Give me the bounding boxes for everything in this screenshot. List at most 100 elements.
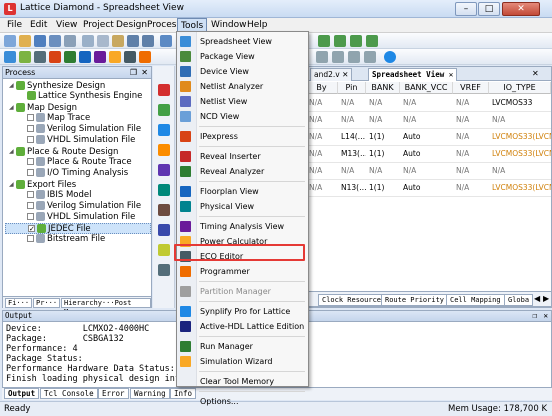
tab-hierarchy[interactable]: Hierarchy···Post M··· [61, 298, 151, 316]
open-icon[interactable] [19, 35, 31, 47]
table-cell[interactable]: N/A [453, 180, 489, 196]
table-cell[interactable]: N/A [306, 146, 338, 162]
tree-item-lattice-synthesis-engine[interactable]: Lattice Synthesis Engine [5, 91, 151, 102]
scroll-left-icon[interactable]: ◀ [534, 294, 540, 303]
menu-project[interactable]: Project [80, 18, 117, 33]
column-header-io-type[interactable]: IO_TYPE [489, 82, 551, 94]
menu-item-active-hdl-lattice-edition[interactable]: Active-HDL Lattice Edition [179, 319, 307, 334]
spreadsheet-icon[interactable] [4, 51, 16, 63]
undo-icon[interactable] [127, 35, 139, 47]
table-cell[interactable]: Auto [400, 129, 453, 145]
save-all-icon[interactable] [49, 35, 61, 47]
checkbox[interactable] [27, 202, 34, 209]
table-cell[interactable]: N/A [453, 129, 489, 145]
tree-item-ibis-model[interactable]: IBIS Model [5, 190, 151, 201]
menu-item-ipexpress[interactable]: IPexpress [179, 129, 307, 144]
panel-close-icon[interactable]: ✕ [141, 67, 148, 78]
tab-clock-resource[interactable]: Clock Resource [318, 294, 386, 306]
tab-process[interactable]: Pr··· [33, 298, 61, 308]
tab-route-priority[interactable]: Route Priority [381, 294, 449, 306]
tab-error[interactable]: Error [98, 388, 129, 399]
side-icon-9[interactable] [158, 244, 170, 256]
table-cell[interactable]: 1(1) [366, 180, 400, 196]
table-cell[interactable]: Auto [400, 146, 453, 162]
new-icon[interactable] [4, 35, 16, 47]
table-cell[interactable]: N/A [453, 112, 489, 128]
tree-item-place-route-design[interactable]: ◢ Place & Route Design [5, 146, 151, 157]
expand-icon[interactable]: ◢ [9, 179, 16, 190]
grid-icon[interactable] [316, 51, 328, 63]
pin-icon[interactable]: ❐ [130, 67, 137, 78]
minimize-button[interactable]: – [455, 2, 477, 16]
table-cell[interactable]: N/A [338, 95, 366, 111]
table-icon[interactable] [332, 51, 344, 63]
expand-icon[interactable]: ◢ [9, 146, 16, 157]
tab-global[interactable]: Globa [504, 294, 534, 306]
table-cell[interactable]: N/A [453, 95, 489, 111]
table-cell[interactable]: N/A [489, 112, 551, 128]
tree-item-export-files[interactable]: ◢ Export Files [5, 179, 151, 190]
tree-item-jedec-file[interactable]: ✓ JEDEC File [5, 223, 151, 234]
table-cell[interactable]: N/A [400, 95, 453, 111]
table-cell[interactable]: N/A [306, 95, 338, 111]
checkbox[interactable] [27, 213, 34, 220]
tree-item-place-route-trace[interactable]: Place & Route Trace [5, 157, 151, 168]
close-button[interactable]: ✕ [502, 2, 540, 16]
column-header-bank-vcc[interactable]: BANK_VCC [400, 82, 453, 94]
side-icon-5[interactable] [158, 164, 170, 176]
eco-icon[interactable] [124, 51, 136, 63]
menu-item-ncd-view[interactable]: NCD View [179, 109, 307, 124]
menu-item-package-view[interactable]: Package View [179, 49, 307, 64]
paste-icon[interactable] [112, 35, 124, 47]
column-header-pin[interactable]: Pin [338, 82, 366, 94]
side-icon-4[interactable] [158, 144, 170, 156]
checkbox[interactable] [27, 158, 34, 165]
table-cell[interactable]: LVCMOS33 [489, 95, 551, 111]
copy-icon[interactable] [97, 35, 109, 47]
menu-item-simulation-wizard[interactable]: Simulation Wizard [179, 354, 307, 369]
step-icon[interactable] [334, 35, 346, 47]
table-cell[interactable]: LVCMOS33(LVCM [489, 180, 551, 196]
menu-item-run-manager[interactable]: Run Manager [179, 339, 307, 354]
column-header-vref[interactable]: VREF [453, 82, 489, 94]
tab-files[interactable]: Fi··· [5, 298, 33, 308]
tree-item-verilog-simulation-file[interactable]: Verilog Simulation File [5, 201, 151, 212]
table-cell[interactable]: N/A [453, 146, 489, 162]
side-icon-8[interactable] [158, 224, 170, 236]
power-icon[interactable] [109, 51, 121, 63]
menu-item-synplify-pro-for-lattice[interactable]: Synplify Pro for Lattice [179, 304, 307, 319]
device-icon[interactable] [34, 51, 46, 63]
rerun-icon[interactable] [366, 35, 378, 47]
tree-item-bitstream-file[interactable]: Bitstream File [5, 234, 151, 245]
rows-icon[interactable] [364, 51, 376, 63]
table-cell[interactable]: N/A [306, 112, 338, 128]
menu-edit[interactable]: Edit [27, 18, 50, 33]
menu-item-reveal-analyzer[interactable]: Reveal Analyzer [179, 164, 307, 179]
menu-item-netlist-view[interactable]: Netlist View [179, 94, 307, 109]
menu-item-reveal-inserter[interactable]: Reveal Inserter [179, 149, 307, 164]
run-icon[interactable] [318, 35, 330, 47]
checkbox[interactable] [27, 136, 34, 143]
programmer-toolbar-icon[interactable] [139, 51, 151, 63]
expand-icon[interactable]: ◢ [9, 80, 16, 91]
menu-item-device-view[interactable]: Device View [179, 64, 307, 79]
table-cell[interactable]: N/A [366, 163, 400, 179]
output-pin-icon[interactable]: ❐ [532, 311, 537, 321]
tree-item-synthesize-design[interactable]: ◢ Synthesize Design [5, 80, 151, 91]
tab-tcl-console[interactable]: Tcl Console [40, 388, 98, 399]
tree-item-verilog-simulation-file[interactable]: Verilog Simulation File [5, 124, 151, 135]
table-cell[interactable]: M13(… [338, 146, 366, 162]
package-icon[interactable] [19, 51, 31, 63]
checkbox[interactable] [27, 114, 34, 121]
menu-item-physical-view[interactable]: Physical View [179, 199, 307, 214]
menu-item-options[interactable]: Options... [179, 394, 307, 409]
reveal-icon[interactable] [64, 51, 76, 63]
timing-icon[interactable] [94, 51, 106, 63]
checkbox[interactable] [27, 235, 34, 242]
checkbox[interactable] [27, 125, 34, 132]
table-cell[interactable]: 1(1) [366, 129, 400, 145]
globe-icon[interactable] [384, 51, 396, 63]
cut-icon[interactable] [82, 35, 94, 47]
table-cell[interactable]: N/A [400, 163, 453, 179]
table-cell[interactable]: LVCMOS33(LVCM [489, 146, 551, 162]
